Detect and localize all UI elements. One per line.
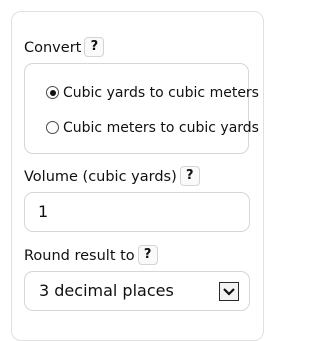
radio-option-label: Cubic yards to cubic meters [63, 85, 259, 101]
convert-label: Convert [24, 40, 82, 56]
round-select[interactable]: 3 decimal places [24, 271, 250, 311]
radio-option-label: Cubic meters to cubic yards [63, 120, 259, 136]
round-help-button[interactable]: ? [137, 245, 158, 265]
convert-direction-radio-group: Cubic yards to cubic meters Cubic meters… [24, 63, 259, 154]
volume-help-button[interactable]: ? [179, 166, 200, 186]
round-select-value: 3 decimal places [39, 281, 174, 300]
convert-help-button[interactable]: ? [84, 37, 105, 57]
volume-label-row: Volume (cubic yards)? [24, 166, 200, 187]
volume-label: Volume (cubic yards) [24, 169, 177, 185]
volume-input[interactable]: 1 [24, 192, 250, 232]
round-label: Round result to [24, 248, 135, 264]
radio-unselected-icon[interactable] [46, 121, 59, 134]
round-label-row: Round result to? [24, 245, 158, 266]
chevron-down-icon[interactable] [219, 282, 239, 301]
convert-label-row: Convert? [24, 37, 105, 58]
radio-selected-icon[interactable] [46, 86, 59, 99]
